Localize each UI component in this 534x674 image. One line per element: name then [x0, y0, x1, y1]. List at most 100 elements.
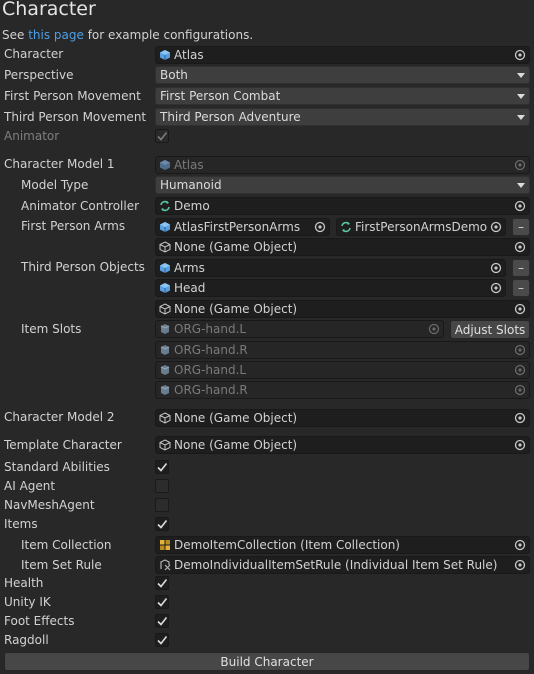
model-type-label: Model Type — [21, 178, 89, 192]
prefab-icon — [159, 159, 171, 171]
object-picker-icon[interactable] — [487, 262, 505, 274]
model1-value: Atlas — [174, 158, 204, 172]
remove-fp-arms-button[interactable]: – — [512, 218, 530, 236]
chevron-down-icon — [513, 180, 529, 190]
perspective-value: Both — [160, 68, 188, 82]
gameobject-icon — [159, 241, 171, 253]
ragdoll-label: Ragdoll — [4, 633, 49, 647]
perspective-label: Perspective — [4, 68, 74, 82]
character-value: Atlas — [174, 48, 204, 62]
ragdoll-checkbox[interactable] — [155, 633, 169, 647]
fp-movement-label: First Person Movement — [4, 89, 141, 103]
fp-arms-empty-field[interactable]: None (Game Object) — [155, 238, 530, 256]
foot-effects-label: Foot Effects — [4, 614, 75, 628]
object-picker-icon[interactable] — [511, 412, 529, 424]
tp-movement-label: Third Person Movement — [4, 110, 147, 124]
bone-icon — [159, 344, 171, 356]
object-picker-icon — [511, 344, 529, 356]
items-checkbox[interactable] — [155, 517, 169, 531]
item-slot-field: ORG-hand.R — [155, 341, 530, 359]
page-title: Character — [2, 0, 96, 20]
fp-arms-object-field[interactable]: AtlasFirstPersonArms — [155, 218, 330, 236]
health-checkbox[interactable] — [155, 576, 169, 590]
animator-controller-value: Demo — [174, 199, 210, 213]
item-slot-field: ORG-hand.L — [155, 320, 444, 338]
bone-icon — [159, 364, 171, 376]
tp-object-field[interactable]: Head — [155, 279, 506, 297]
object-picker-icon — [511, 384, 529, 396]
object-picker-icon[interactable] — [511, 200, 529, 212]
unity-ik-checkbox[interactable] — [155, 595, 169, 609]
navmesh-agent-checkbox[interactable] — [155, 498, 169, 512]
item-slot-field: ORG-hand.R — [155, 381, 530, 399]
item-set-rule-label: Item Set Rule — [21, 558, 102, 572]
item-slot-value: ORG-hand.L — [174, 322, 247, 336]
object-picker-icon[interactable] — [511, 49, 529, 61]
object-picker-icon[interactable] — [311, 221, 329, 233]
help-text: See this page for example configurations… — [2, 28, 253, 42]
fp-movement-value: First Person Combat — [160, 89, 281, 103]
items-label: Items — [4, 517, 38, 531]
item-slots-label: Item Slots — [21, 322, 82, 336]
item-collection-value: DemoItemCollection (Item Collection) — [174, 538, 400, 552]
unity-ik-label: Unity IK — [4, 595, 51, 609]
object-picker-icon[interactable] — [511, 439, 529, 451]
object-picker-icon[interactable] — [511, 559, 529, 571]
tp-movement-dropdown[interactable]: Third Person Adventure — [155, 108, 530, 126]
item-set-rule-value: DemoIndividualItemSetRule (Individual It… — [174, 558, 498, 572]
prefab-icon — [159, 262, 171, 274]
object-picker-icon[interactable] — [511, 241, 529, 253]
perspective-dropdown[interactable]: Both — [155, 66, 530, 84]
gameobject-icon — [159, 412, 171, 424]
health-label: Health — [4, 576, 44, 590]
item-collection-field[interactable]: DemoItemCollection (Item Collection) — [155, 536, 530, 554]
item-slot-value: ORG-hand.L — [174, 363, 247, 377]
item-slot-field: ORG-hand.L — [155, 361, 530, 379]
character-label: Character — [4, 47, 64, 61]
standard-abilities-checkbox[interactable] — [155, 460, 169, 474]
chevron-down-icon — [513, 112, 529, 122]
object-picker-icon[interactable] — [487, 221, 505, 233]
item-set-rule-field[interactable]: DemoIndividualItemSetRule (Individual It… — [155, 556, 530, 574]
object-picker-icon[interactable] — [487, 282, 505, 294]
tp-movement-value: Third Person Adventure — [160, 110, 301, 124]
tp-object-value: Head — [174, 281, 206, 295]
help-suffix: for example configurations. — [83, 28, 254, 42]
template-character-value: None (Game Object) — [174, 438, 298, 452]
prefab-icon — [159, 49, 171, 61]
animator-controller-label: Animator Controller — [21, 199, 140, 213]
character-field[interactable]: Atlas — [155, 46, 530, 64]
adjust-slots-button[interactable]: Adjust Slots — [450, 320, 530, 339]
fp-movement-dropdown[interactable]: First Person Combat — [155, 87, 530, 105]
object-picker-icon[interactable] — [511, 303, 529, 315]
model1-field: Atlas — [155, 156, 530, 174]
ai-agent-checkbox[interactable] — [155, 479, 169, 493]
tp-object-value: Arms — [174, 261, 205, 275]
animator-controller-field[interactable]: Demo — [155, 197, 530, 215]
example-link[interactable]: this page — [28, 28, 84, 42]
prefab-icon — [159, 221, 171, 233]
remove-tp-object-button[interactable]: – — [512, 279, 530, 297]
foot-effects-checkbox[interactable] — [155, 614, 169, 628]
template-character-field[interactable]: None (Game Object) — [155, 436, 530, 454]
object-picker-icon[interactable] — [511, 539, 529, 551]
fp-arms-controller-field[interactable]: FirstPersonArmsDemo — [336, 218, 506, 236]
object-picker-icon — [425, 323, 443, 335]
tp-object-empty-field[interactable]: None (Game Object) — [155, 300, 530, 318]
bone-icon — [159, 384, 171, 396]
build-character-button[interactable]: Build Character — [4, 652, 530, 671]
tp-object-field[interactable]: Arms — [155, 259, 506, 277]
bone-icon — [159, 323, 171, 335]
animator-controller-icon — [159, 200, 171, 212]
ai-agent-label: AI Agent — [4, 479, 56, 493]
fp-arms-value: AtlasFirstPersonArms — [174, 220, 301, 234]
gameobject-icon — [159, 439, 171, 451]
remove-tp-object-button[interactable]: – — [512, 259, 530, 277]
model-type-dropdown[interactable]: Humanoid — [155, 176, 530, 194]
item-collection-icon — [159, 539, 171, 551]
model1-label: Character Model 1 — [4, 157, 115, 171]
object-picker-icon — [511, 159, 529, 171]
animator-checkbox — [155, 129, 169, 143]
model2-field[interactable]: None (Game Object) — [155, 409, 530, 427]
tp-objects-label: Third Person Objects — [21, 260, 145, 274]
